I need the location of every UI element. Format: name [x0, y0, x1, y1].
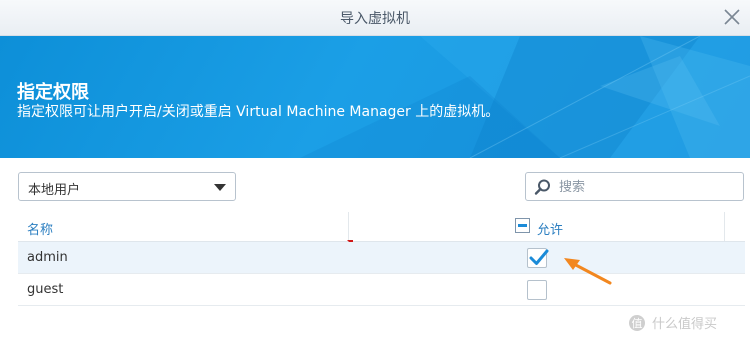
user-type-select-value: 本地用户 — [28, 183, 81, 198]
chevron-down-icon — [214, 184, 226, 191]
watermark-text: 什么值得买 — [652, 317, 718, 332]
column-header-allow-label[interactable]: 允许 — [537, 219, 563, 238]
column-divider[interactable] — [348, 212, 349, 241]
column-divider — [724, 212, 725, 241]
search-icon — [534, 179, 550, 195]
window-title: 导入虚拟机 — [340, 11, 410, 27]
partial-check-icon — [518, 224, 527, 227]
table-header: 名称 允许 — [18, 212, 745, 242]
watermark-logo-icon: 值 — [629, 315, 645, 331]
banner-description: 指定权限可让用户开启/关闭或重启 Virtual Machine Manager… — [17, 104, 500, 120]
column-header-name[interactable]: 名称 — [27, 219, 53, 238]
row-user-name: admin — [27, 250, 68, 265]
allow-checkbox[interactable] — [527, 280, 547, 300]
allow-checkbox[interactable] — [527, 248, 549, 268]
user-type-select[interactable]: 本地用户 — [18, 172, 236, 201]
checkmark-icon — [529, 249, 549, 265]
row-user-name: guest — [27, 282, 64, 297]
search-input[interactable] — [557, 177, 736, 198]
annotation-arrow-icon — [564, 258, 612, 285]
svg-text:值: 值 — [632, 317, 643, 330]
table-row[interactable]: guest — [18, 274, 745, 306]
watermark: 值 什么值得买 — [628, 313, 717, 332]
search-box[interactable] — [525, 172, 744, 201]
header-banner: 指定权限 指定权限可让用户开启/关闭或重启 Virtual Machine Ma… — [0, 36, 750, 158]
close-icon[interactable] — [720, 5, 744, 29]
banner-decoration — [300, 36, 750, 158]
select-all-checkbox[interactable] — [515, 218, 530, 233]
table-row[interactable]: admin — [18, 242, 745, 274]
window-titlebar: 导入虚拟机 — [0, 0, 750, 36]
